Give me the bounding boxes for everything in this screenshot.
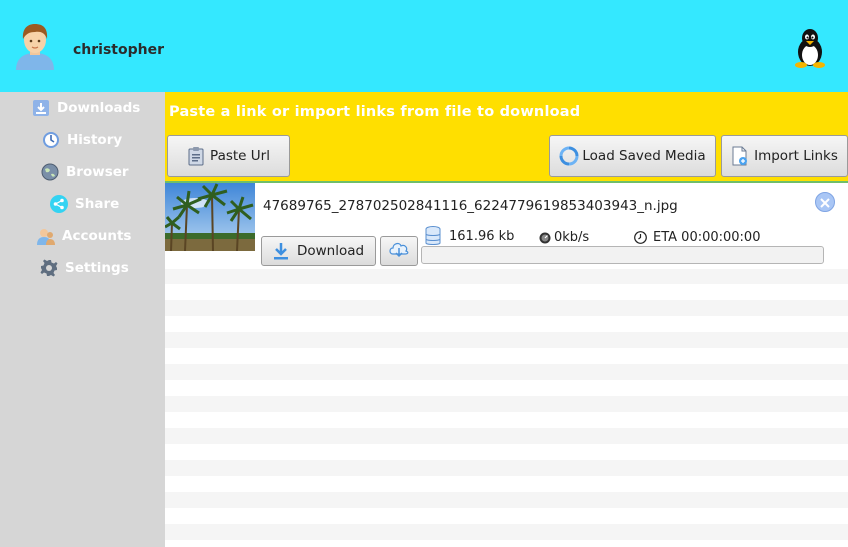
sidebar-item-label: Accounts (62, 228, 132, 244)
sidebar-item-label: Settings (65, 260, 129, 276)
list-stripe (165, 460, 848, 476)
import-links-button[interactable]: Import Links (721, 135, 848, 177)
header: christopher (0, 0, 848, 92)
linux-tux-icon (792, 28, 828, 68)
sidebar-item-share[interactable]: Share (50, 192, 119, 216)
clipboard-icon (187, 146, 205, 166)
file-size: 161.96 kb (425, 226, 514, 246)
sidebar-item-accounts[interactable]: Accounts (37, 224, 131, 248)
sidebar-item-settings[interactable]: Settings (40, 256, 129, 280)
speedometer-icon (539, 232, 551, 244)
list-stripe (165, 428, 848, 444)
load-saved-media-label: Load Saved Media (582, 148, 706, 164)
list-stripe (165, 332, 848, 348)
remove-item-button[interactable] (815, 192, 835, 212)
refresh-icon (559, 146, 579, 166)
action-banner: Paste a link or import links from file t… (165, 92, 848, 183)
share-icon (50, 195, 68, 213)
import-file-icon (731, 146, 749, 166)
username: christopher (73, 42, 164, 58)
downloads-icon (32, 99, 50, 117)
list-stripe (165, 396, 848, 412)
file-size-value: 161.96 kb (449, 228, 515, 244)
clock-icon (634, 231, 647, 244)
database-icon (425, 226, 441, 246)
download-eta: ETA 00:00:00:00 (634, 230, 760, 245)
paste-url-button[interactable]: Paste Url (167, 135, 290, 177)
download-item: 47689765_278702502841116_622477961985340… (165, 183, 848, 269)
sidebar: Downloads History Browser Share Accounts… (0, 92, 165, 547)
download-label: Download (296, 243, 365, 259)
cloud-download-icon (388, 240, 410, 262)
download-progress-bar (421, 246, 824, 264)
list-stripe (165, 524, 848, 540)
media-thumbnail (165, 183, 255, 251)
download-button[interactable]: Download (261, 236, 376, 266)
download-arrow-icon (273, 242, 289, 260)
list-stripe (165, 300, 848, 316)
paste-url-label: Paste Url (210, 148, 270, 164)
sidebar-item-label: History (67, 132, 123, 148)
import-links-label: Import Links (754, 148, 838, 164)
download-speed: 0kb/s (539, 230, 589, 245)
sidebar-item-label: Share (75, 196, 120, 212)
sidebar-item-label: Downloads (57, 100, 141, 116)
sidebar-item-label: Browser (66, 164, 129, 180)
banner-title: Paste a link or import links from file t… (169, 104, 581, 120)
accounts-icon (37, 227, 55, 245)
close-icon (820, 193, 830, 212)
list-stripe (165, 268, 848, 284)
download-speed-value: 0kb/s (554, 230, 590, 245)
eta-value: ETA 00:00:00:00 (653, 230, 761, 245)
settings-icon (40, 259, 58, 277)
sidebar-item-downloads[interactable]: Downloads (32, 96, 140, 120)
list-stripe (165, 364, 848, 380)
sidebar-item-browser[interactable]: Browser (41, 160, 129, 184)
user-avatar-icon[interactable] (14, 22, 56, 70)
cloud-download-button[interactable] (380, 236, 418, 266)
sidebar-item-history[interactable]: History (42, 128, 122, 152)
load-saved-media-button[interactable]: Load Saved Media (549, 135, 716, 177)
file-name: 47689765_278702502841116_622477961985340… (263, 198, 678, 214)
list-stripe (165, 492, 848, 508)
history-icon (42, 131, 60, 149)
browser-icon (41, 163, 59, 181)
